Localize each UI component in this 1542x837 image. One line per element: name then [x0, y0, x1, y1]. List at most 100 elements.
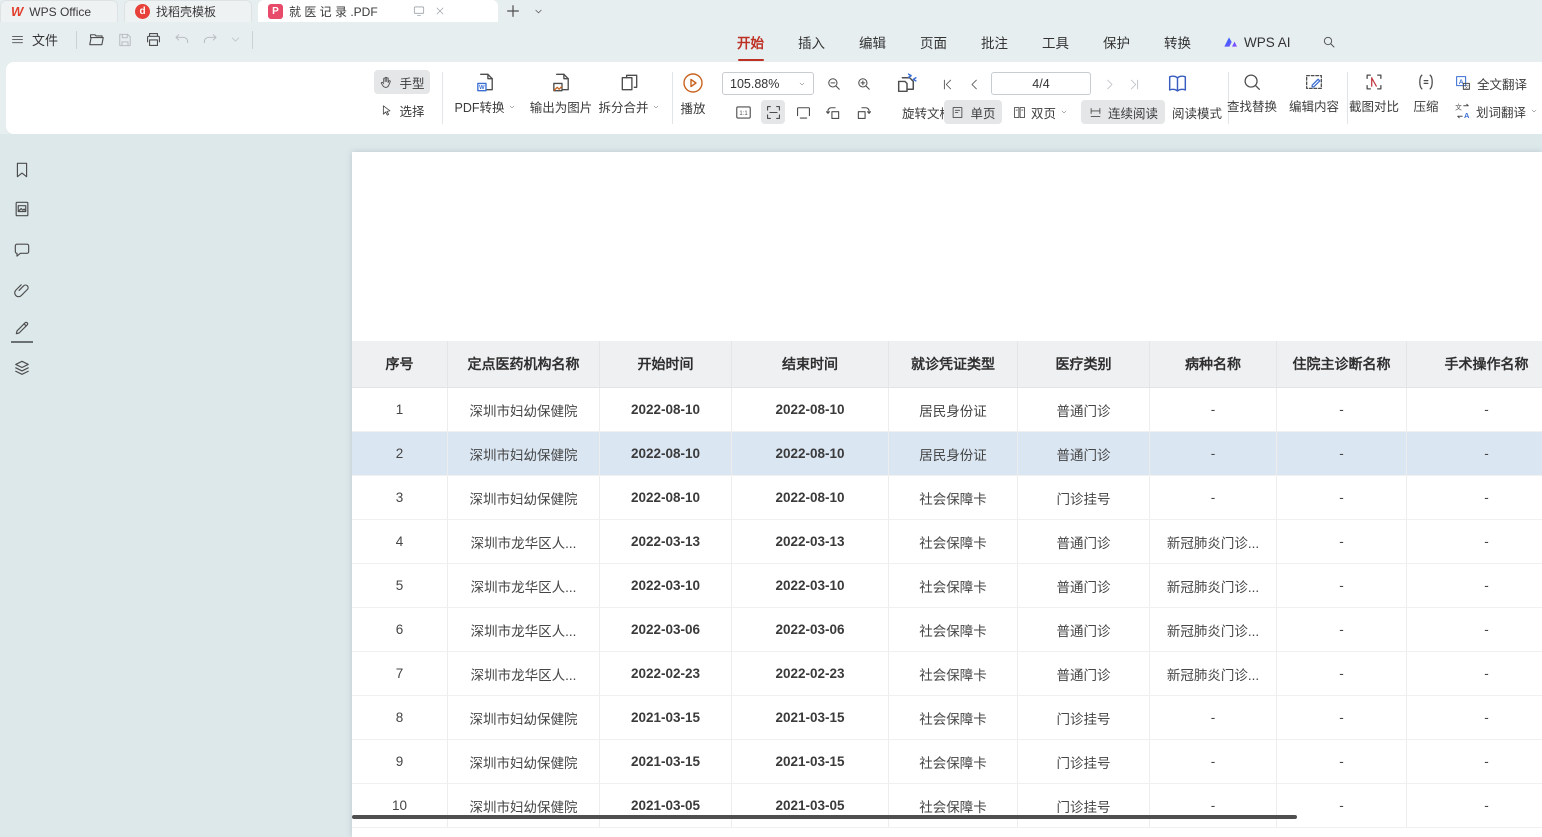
menu-tab-convert[interactable]: 转换: [1162, 29, 1193, 55]
signature-pen-icon[interactable]: [12, 318, 32, 338]
menu-tab-protect[interactable]: 保护: [1101, 29, 1132, 55]
qat-chevron-icon[interactable]: [229, 33, 242, 46]
table-cell: 2022-08-10: [732, 432, 889, 475]
tab-label: WPS Office: [29, 5, 91, 19]
first-page-button[interactable]: [936, 72, 958, 96]
zoom-out-button[interactable]: [822, 72, 846, 96]
menu-tab-edit[interactable]: 编辑: [857, 29, 888, 55]
menu-tab-home[interactable]: 开始: [735, 29, 766, 55]
tab-docer-templates[interactable]: d 找稻壳模板: [124, 0, 252, 22]
table-cell: 深圳市龙华区人...: [448, 608, 600, 651]
table-cell: 6: [352, 608, 448, 651]
menu-tab-page[interactable]: 页面: [918, 29, 949, 55]
column-header: 就诊凭证类型: [889, 341, 1018, 387]
play-button[interactable]: 播放: [668, 71, 718, 117]
signature-pen-underline: [11, 341, 33, 343]
last-page-button[interactable]: [1123, 72, 1145, 96]
save-icon[interactable]: [116, 31, 134, 49]
hand-tool-button[interactable]: 手型: [374, 70, 430, 94]
page-switch-button[interactable]: [890, 68, 922, 98]
redo-icon[interactable]: [201, 31, 219, 49]
table-cell: 2022-08-10: [732, 476, 889, 519]
book-icon: [1165, 71, 1190, 96]
continuous-read-button[interactable]: 连续阅读: [1081, 100, 1165, 124]
table-horizontal-scrollbar[interactable]: [352, 815, 1297, 819]
table-row: 1深圳市妇幼保健院2022-08-102022-08-10居民身份证普通门诊--…: [352, 388, 1542, 432]
menu-tab-tools[interactable]: 工具: [1040, 29, 1071, 55]
table-cell: -: [1407, 652, 1542, 695]
single-page-button[interactable]: 单页: [944, 100, 1002, 124]
fit-page-button[interactable]: [791, 100, 815, 124]
table-cell: 深圳市妇幼保健院: [448, 740, 600, 783]
continuous-read-label: 连续阅读: [1108, 103, 1158, 122]
table-cell: 2022-03-13: [600, 520, 732, 563]
table-cell: -: [1150, 476, 1277, 519]
tab-wps-office[interactable]: W WPS Office: [0, 0, 118, 22]
rotate-left-button[interactable]: [821, 100, 845, 124]
table-cell: -: [1277, 784, 1407, 827]
select-tool-button[interactable]: 选择: [374, 98, 430, 122]
find-replace-button[interactable]: 查找替换: [1222, 71, 1282, 115]
zoom-in-button[interactable]: [852, 72, 876, 96]
next-page-button[interactable]: [1098, 72, 1120, 96]
split-merge-button[interactable]: 拆分合并: [592, 71, 666, 116]
double-page-button[interactable]: 双页: [1006, 100, 1074, 124]
file-menu-button[interactable]: 文件: [10, 30, 58, 49]
table-cell: 社会保障卡: [889, 696, 1018, 739]
wps-ai-button[interactable]: WPS AI: [1223, 35, 1291, 50]
close-tab-icon[interactable]: [434, 5, 446, 17]
read-mode-button[interactable]: 阅读模式: [1172, 100, 1222, 124]
thumbnail-image-icon[interactable]: [12, 199, 32, 219]
table-cell: 社会保障卡: [889, 608, 1018, 651]
chevron-down-icon: [1060, 108, 1068, 116]
read-mode-icon-button[interactable]: [1162, 68, 1192, 98]
select-tool-label: 选择: [399, 101, 424, 120]
attachment-icon[interactable]: [12, 280, 32, 300]
table-cell: -: [1277, 432, 1407, 475]
svg-text:文: 文: [1455, 103, 1462, 112]
svg-text:A: A: [1464, 111, 1470, 120]
tab-document-pdf[interactable]: P 就 医 记 录 .PDF: [258, 0, 498, 22]
menu-tab-insert[interactable]: 插入: [796, 29, 827, 55]
prev-page-button[interactable]: [963, 72, 985, 96]
divider: [252, 31, 253, 49]
menu-tab-comment[interactable]: 批注: [979, 29, 1010, 55]
rotate-right-button[interactable]: [851, 100, 875, 124]
fit-width-button[interactable]: [761, 100, 785, 124]
actual-size-button[interactable]: 1:1: [731, 100, 755, 124]
table-cell: -: [1277, 388, 1407, 431]
monitor-icon[interactable]: [412, 4, 426, 18]
zoom-level-select[interactable]: 105.88%: [722, 72, 814, 95]
export-image-button[interactable]: 输出为图片: [522, 71, 600, 116]
table-cell: -: [1407, 784, 1542, 827]
table-cell: -: [1277, 476, 1407, 519]
full-translate-button[interactable]: A文 全文翻译: [1454, 72, 1527, 94]
open-folder-icon[interactable]: [87, 30, 106, 49]
pdf-convert-button[interactable]: W PDF转换: [450, 71, 520, 116]
table-cell: 社会保障卡: [889, 740, 1018, 783]
layers-icon[interactable]: [12, 358, 32, 378]
menu-search-icon[interactable]: [1321, 34, 1337, 50]
comment-icon[interactable]: [12, 240, 32, 260]
compress-button[interactable]: 压缩: [1406, 71, 1446, 115]
edit-content-button[interactable]: 编辑内容: [1284, 71, 1344, 115]
first-page-icon: [940, 77, 955, 92]
screenshot-compare-button[interactable]: 截图对比: [1344, 71, 1404, 115]
pdf-convert-icon: W: [474, 71, 497, 94]
word-translate-button[interactable]: 文A 划词翻译: [1454, 100, 1538, 122]
column-header: 病种名称: [1150, 341, 1277, 387]
table-cell: 社会保障卡: [889, 520, 1018, 563]
print-icon[interactable]: [144, 30, 163, 49]
fit-page-icon: [794, 103, 813, 122]
table-cell: 新冠肺炎门诊...: [1150, 520, 1277, 563]
table-row: 7深圳市龙华区人...2022-02-232022-02-23社会保障卡普通门诊…: [352, 652, 1542, 696]
page-switch-icon: [894, 71, 919, 96]
table-cell: 深圳市妇幼保健院: [448, 784, 600, 827]
bookmark-icon[interactable]: [12, 160, 32, 180]
undo-icon[interactable]: [173, 31, 191, 49]
page-number-input[interactable]: 4/4: [991, 72, 1091, 95]
new-tab-plus-icon[interactable]: [505, 3, 521, 19]
word-translate-label: 划词翻译: [1476, 102, 1526, 121]
tab-list-chevron-icon[interactable]: [533, 6, 544, 17]
table-cell: 2022-03-06: [732, 608, 889, 651]
